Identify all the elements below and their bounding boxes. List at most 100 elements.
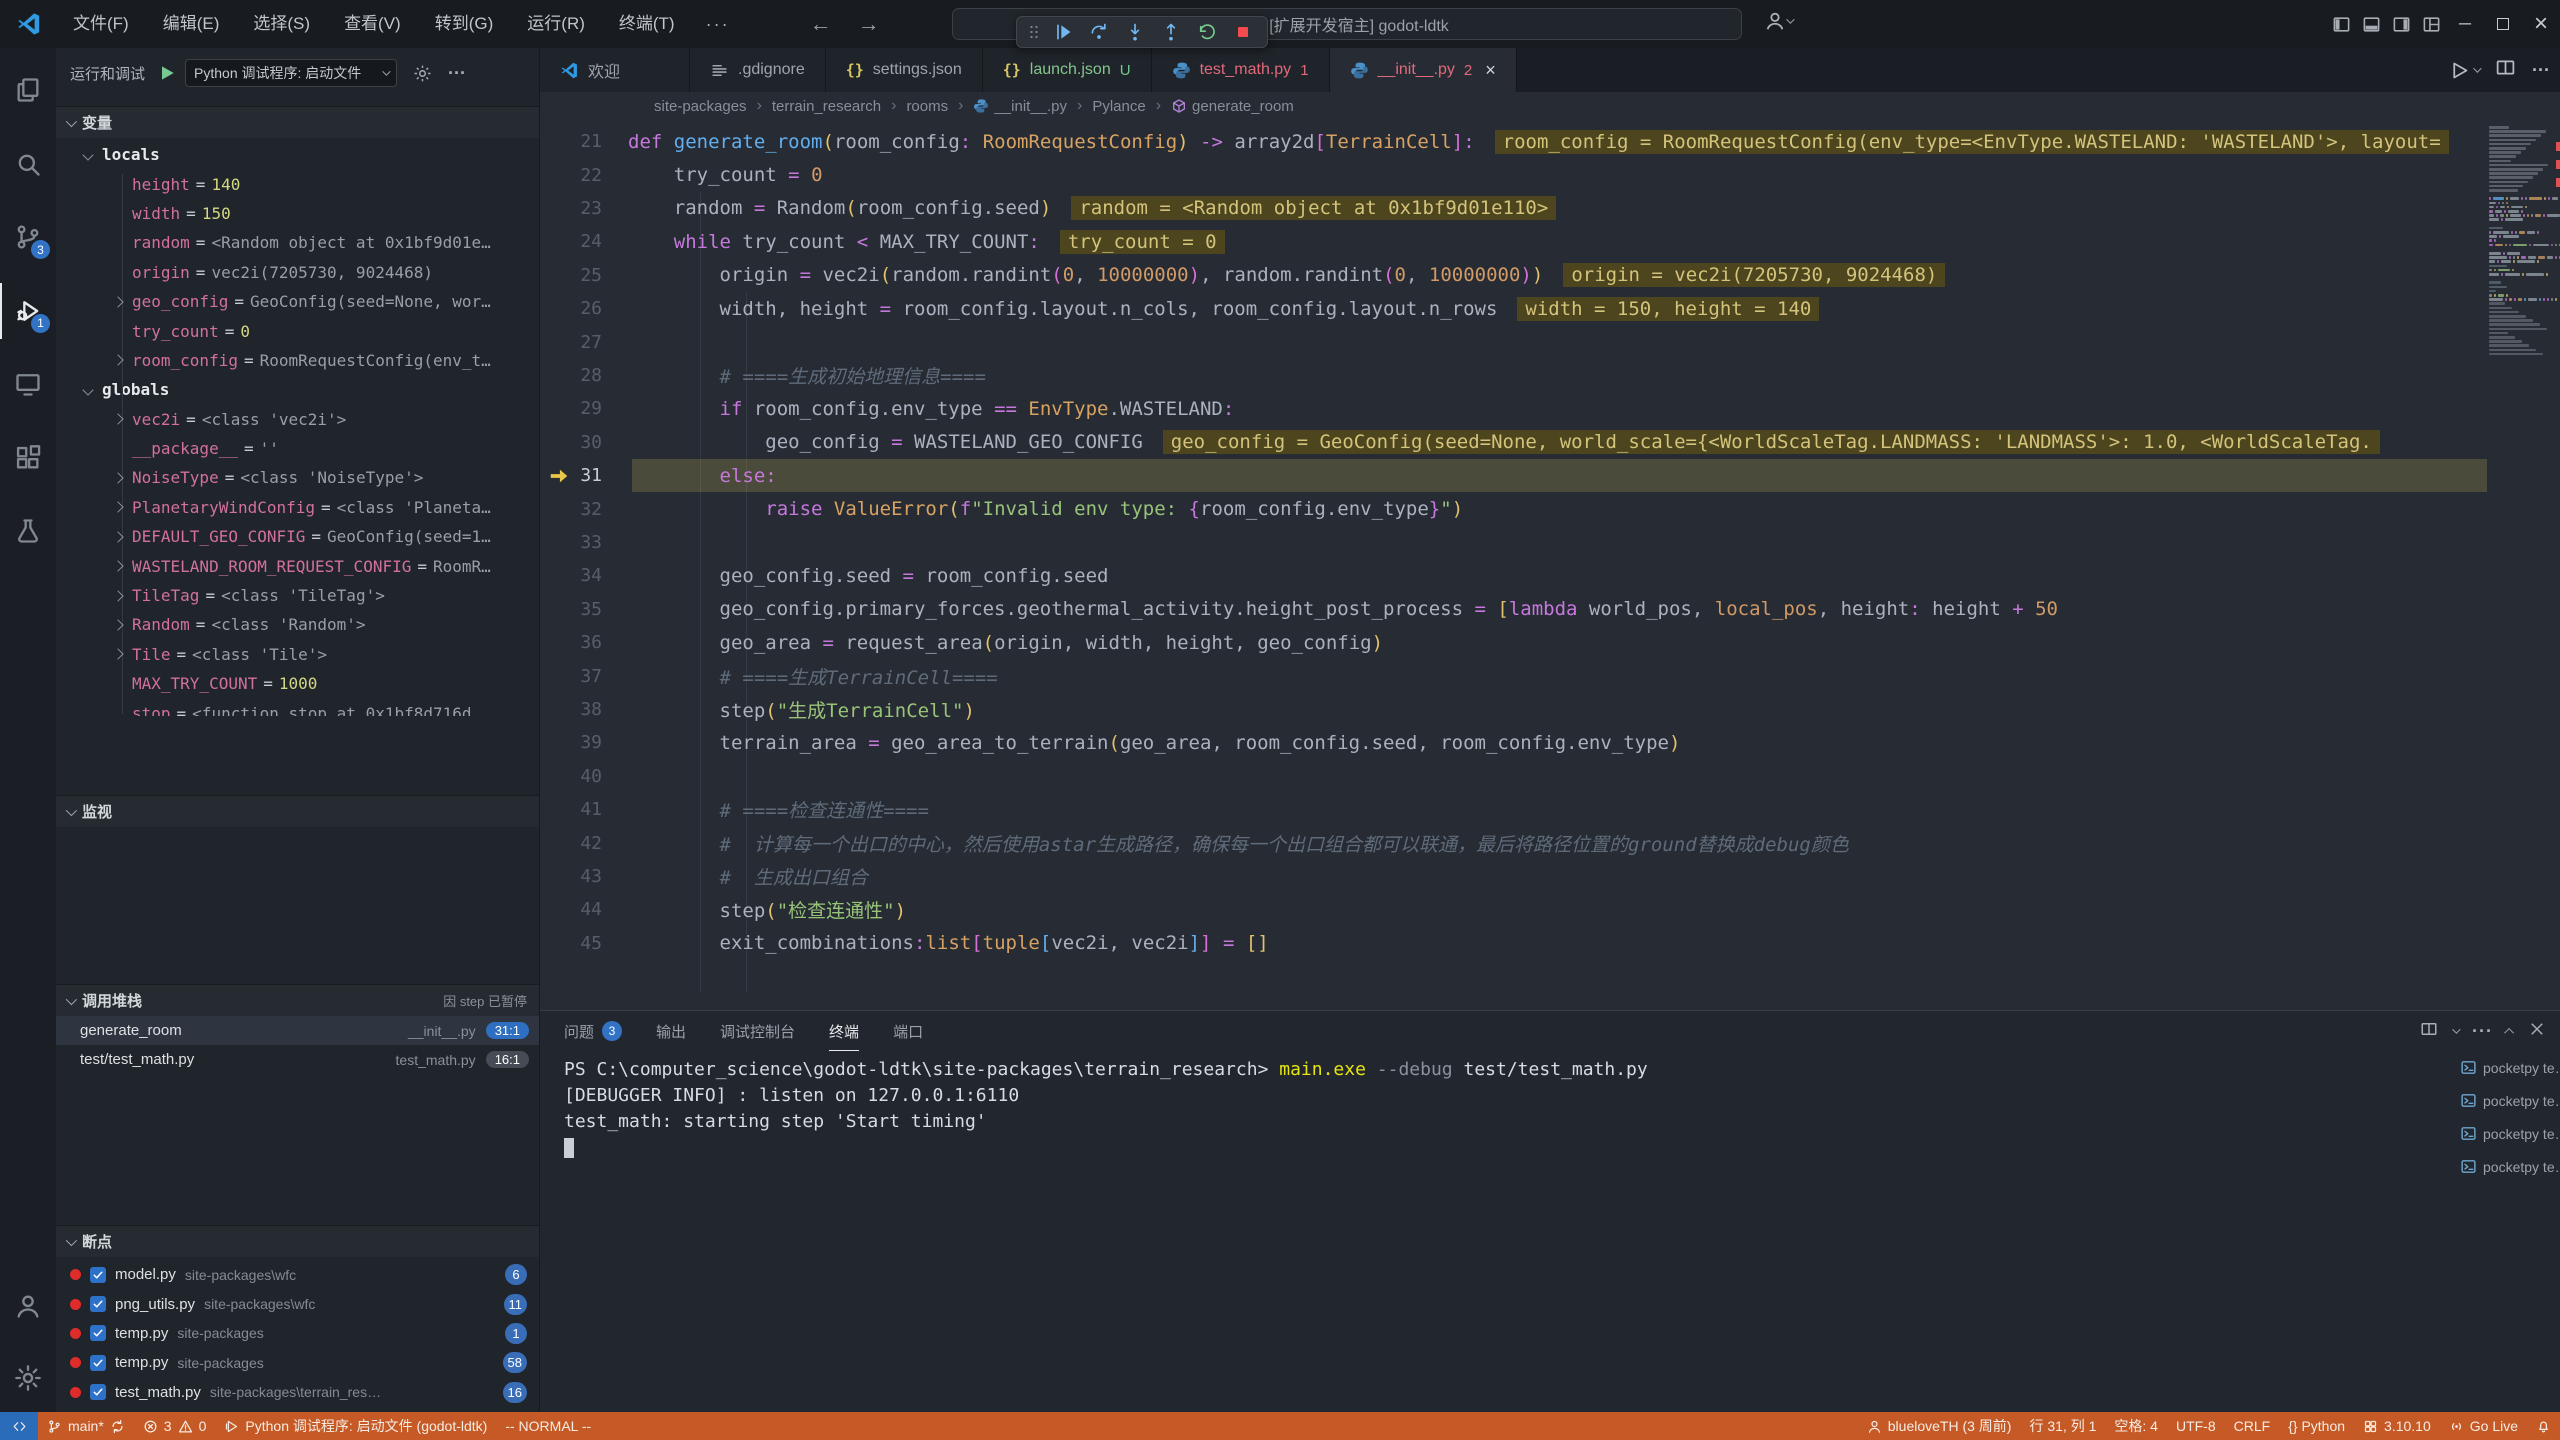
terminal-instance-item[interactable]: pocketpy te…	[2456, 1117, 2560, 1150]
terminal-new-chevron-icon[interactable]	[2452, 1025, 2460, 1033]
status-remote-indicator[interactable]	[0, 1412, 38, 1440]
breadcrumb-item-__init__.py[interactable]: __init__.py	[973, 98, 1067, 115]
panel-tab-端口[interactable]: 端口	[893, 1011, 923, 1051]
panel-tab-问题[interactable]: 问题3	[564, 1011, 622, 1051]
terminal-instance-item[interactable]: pocketpy te…	[2456, 1084, 2560, 1117]
activity-source-control[interactable]: 3	[0, 209, 56, 265]
layout-icon[interactable]	[2416, 0, 2446, 48]
status-language-mode[interactable]: {} Python	[2279, 1412, 2354, 1440]
watch-section-header[interactable]: 监视	[56, 795, 539, 827]
variable-row[interactable]: __package__=''	[56, 434, 539, 463]
status-indentation[interactable]: 空格: 4	[2105, 1412, 2167, 1440]
variable-row[interactable]: PlanetaryWindConfig=<class 'Planeta…	[56, 493, 539, 522]
breakpoint-row[interactable]: test_math.pysite-packages\terrain_res…16	[56, 1378, 539, 1407]
activity-remote-explorer[interactable]	[0, 356, 56, 412]
variable-row[interactable]: origin=vec2i(7205730, 9024468)	[56, 258, 539, 287]
variable-row[interactable]: Random=<class 'Random'>	[56, 610, 539, 639]
breakpoints-section-header[interactable]: 断点	[56, 1225, 539, 1257]
start-debug-button[interactable]	[157, 63, 177, 83]
menu-item-选择(S)[interactable]: 选择(S)	[236, 0, 327, 48]
step-out-button[interactable]	[1153, 18, 1189, 46]
breakpoint-row[interactable]: temp.pysite-packages1	[56, 1319, 539, 1348]
menu-item-文件(F)[interactable]: 文件(F)	[56, 0, 146, 48]
terminal-instance-item[interactable]: pocketpy te…	[2456, 1051, 2560, 1084]
variable-row[interactable]: vec2i=<class 'vec2i'>	[56, 405, 539, 434]
variable-row[interactable]: locals	[56, 140, 539, 169]
callstack-frame[interactable]: generate_room__init__.py31:1	[56, 1016, 539, 1045]
callstack-frame[interactable]: test/test_math.pytest_math.py16:1	[56, 1045, 539, 1074]
status-problems[interactable]: 30	[134, 1412, 216, 1440]
tab-.gdignore[interactable]: .gdignore	[690, 48, 826, 92]
activity-run-and-debug[interactable]: 1	[0, 283, 56, 339]
breakpoint-checkbox[interactable]	[90, 1355, 106, 1371]
tab-launch.json[interactable]: {}launch.jsonU	[983, 48, 1152, 92]
more-actions[interactable]: ···	[2532, 60, 2550, 81]
breadcrumb-item-rooms[interactable]: rooms	[906, 98, 948, 115]
panel-close-icon[interactable]	[2528, 1020, 2546, 1043]
status-encoding[interactable]: UTF-8	[2167, 1412, 2225, 1440]
breakpoint-checkbox[interactable]	[90, 1325, 106, 1341]
activity-extensions[interactable]	[0, 430, 56, 486]
breadcrumb-item-generate_room[interactable]: generate_room	[1171, 98, 1294, 115]
run-python-file[interactable]	[2449, 60, 2479, 81]
breakpoint-checkbox[interactable]	[90, 1384, 106, 1400]
menu-more-button[interactable]: ···	[692, 14, 744, 35]
terminal-instance-item[interactable]: pocketpy te…	[2456, 1150, 2560, 1183]
activity-account[interactable]	[0, 1278, 56, 1334]
status-git-blame[interactable]: blueloveTH (3 周前)	[1858, 1412, 2021, 1440]
profile-button[interactable]	[1764, 10, 1792, 32]
callstack-section-header[interactable]: 调用堆栈 因 step 已暂停	[56, 984, 539, 1016]
breadcrumb-item-site-packages[interactable]: site-packages	[654, 98, 747, 115]
variable-row[interactable]: room_config=RoomRequestConfig(env_t…	[56, 346, 539, 375]
variables-section-header[interactable]: 变量	[56, 106, 539, 138]
maximize-button[interactable]	[2484, 0, 2522, 48]
panel-more-icon[interactable]: ···	[2472, 1021, 2493, 1042]
variable-row[interactable]: width=150	[56, 199, 539, 228]
activity-search[interactable]	[0, 136, 56, 192]
status-python-version[interactable]: 3.10.10	[2354, 1412, 2440, 1440]
debug-settings-gear-icon[interactable]	[413, 64, 432, 83]
breadcrumb-item-terrain_research[interactable]: terrain_research	[772, 98, 881, 115]
minimize-button[interactable]: ─	[2446, 0, 2484, 48]
activity-settings[interactable]	[0, 1350, 56, 1406]
step-into-button[interactable]	[1117, 18, 1153, 46]
panel-maximize-icon[interactable]	[2504, 1027, 2514, 1037]
breakpoint-row[interactable]: temp.pysite-packages58	[56, 1348, 539, 1377]
continue-button[interactable]	[1045, 18, 1081, 46]
close-button[interactable]: ×	[2522, 0, 2560, 48]
views-more-actions[interactable]: ···	[448, 63, 466, 84]
tab-欢迎[interactable]: 欢迎	[540, 48, 690, 92]
variable-row[interactable]: TileTag=<class 'TileTag'>	[56, 581, 539, 610]
nav-forward-icon[interactable]: →	[858, 11, 880, 37]
variable-row[interactable]: random=<Random object at 0x1bf9d01e…	[56, 228, 539, 257]
step-over-button[interactable]	[1081, 18, 1117, 46]
breakpoint-checkbox[interactable]	[90, 1296, 106, 1312]
stop-button[interactable]	[1225, 18, 1261, 46]
panel-tab-调试控制台[interactable]: 调试控制台	[720, 1011, 795, 1051]
minimap[interactable]	[2487, 120, 2556, 1010]
panel-left-icon[interactable]	[2326, 0, 2356, 48]
variable-row[interactable]: MAX_TRY_COUNT=1000	[56, 669, 539, 698]
variable-row[interactable]: NoiseType=<class 'NoiseType'>	[56, 463, 539, 492]
panel-bottom-icon[interactable]	[2356, 0, 2386, 48]
menu-item-转到(G)[interactable]: 转到(G)	[418, 0, 511, 48]
variable-row[interactable]: height=140	[56, 169, 539, 198]
status-eol[interactable]: CRLF	[2225, 1412, 2280, 1440]
variable-row[interactable]: Tile=<class 'Tile'>	[56, 640, 539, 669]
panel-right-icon[interactable]	[2386, 0, 2416, 48]
terminal-output[interactable]: PS C:\computer_science\godot-ldtk\site-p…	[564, 1057, 2450, 1412]
status-debug-session[interactable]: Python 调试程序: 启动文件 (godot-ldtk)	[215, 1412, 496, 1440]
panel-tab-终端[interactable]: 终端	[829, 1011, 859, 1051]
breadcrumb-item-Pylance[interactable]: Pylance	[1092, 98, 1145, 115]
debug-config-select[interactable]: Python 调试程序: 启动文件	[185, 59, 397, 87]
terminal-split-icon[interactable]	[2420, 1020, 2438, 1043]
variable-row[interactable]: DEFAULT_GEO_CONFIG=GeoConfig(seed=1…	[56, 522, 539, 551]
activity-testing[interactable]	[0, 503, 56, 559]
restart-button[interactable]	[1189, 18, 1225, 46]
menu-item-查看(V)[interactable]: 查看(V)	[327, 0, 418, 48]
panel-tab-输出[interactable]: 输出	[656, 1011, 686, 1051]
menu-item-运行(R)[interactable]: 运行(R)	[510, 0, 602, 48]
variable-row[interactable]: geo_config=GeoConfig(seed=None, wor…	[56, 287, 539, 316]
status-vim-mode[interactable]: -- NORMAL --	[496, 1412, 600, 1440]
menu-item-终端(T)[interactable]: 终端(T)	[602, 0, 692, 48]
